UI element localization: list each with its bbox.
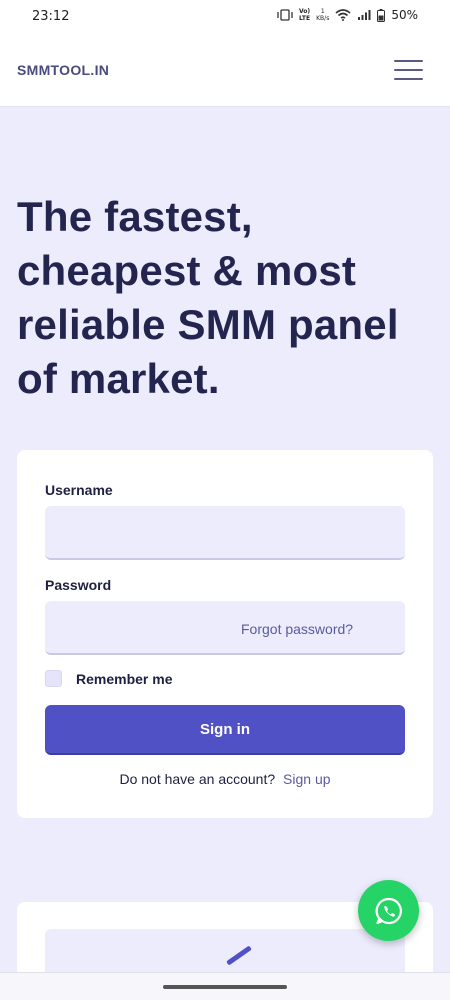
- password-label: Password: [45, 577, 112, 593]
- remember-me-label[interactable]: Remember me: [76, 671, 173, 687]
- sign-in-label: Sign in: [200, 720, 250, 738]
- battery-percent: 50%: [391, 8, 418, 22]
- home-gesture-bar[interactable]: [163, 985, 287, 989]
- remember-me-checkbox[interactable]: [45, 670, 62, 687]
- login-card: Username Password Forgot password? Remem…: [17, 450, 433, 818]
- whatsapp-icon: [375, 897, 402, 924]
- data-speed-value: 1: [320, 8, 325, 15]
- status-time: 23:12: [32, 9, 70, 24]
- pencil-icon: [226, 945, 252, 966]
- whatsapp-button[interactable]: [358, 880, 419, 941]
- forgot-password-link[interactable]: Forgot password?: [241, 621, 353, 637]
- username-label: Username: [45, 482, 113, 498]
- signal-icon: [358, 10, 371, 20]
- username-input[interactable]: [45, 506, 405, 560]
- volte-bottom: LTE: [299, 15, 311, 22]
- vibrate-icon: [277, 9, 293, 21]
- volte-icon: Vo) LTE: [299, 8, 310, 22]
- volte-top: Vo): [298, 8, 311, 15]
- navbar: SMMTOOL.IN: [0, 34, 450, 107]
- no-account-text: Do not have an account?: [119, 771, 276, 787]
- data-speed-unit: KB/s: [316, 15, 330, 22]
- status-icons: Vo) LTE 1 KB/s 50%: [277, 8, 418, 22]
- signup-row: Do not have an account? Sign up: [17, 771, 433, 787]
- hamburger-menu-icon[interactable]: [394, 60, 423, 81]
- sign-up-link[interactable]: Sign up: [283, 771, 330, 787]
- battery-icon: [377, 8, 386, 22]
- data-speed-icon: 1 KB/s: [316, 8, 329, 22]
- navigation-bar: [0, 972, 450, 1000]
- status-bar: 23:12 Vo) LTE 1 KB/s 50%: [0, 0, 450, 34]
- wifi-icon: [335, 9, 351, 21]
- sign-in-button[interactable]: Sign in: [45, 705, 405, 755]
- brand-logo[interactable]: SMMTOOL.IN: [17, 62, 109, 78]
- hero-title: The fastest, cheapest & most reliable SM…: [17, 193, 399, 402]
